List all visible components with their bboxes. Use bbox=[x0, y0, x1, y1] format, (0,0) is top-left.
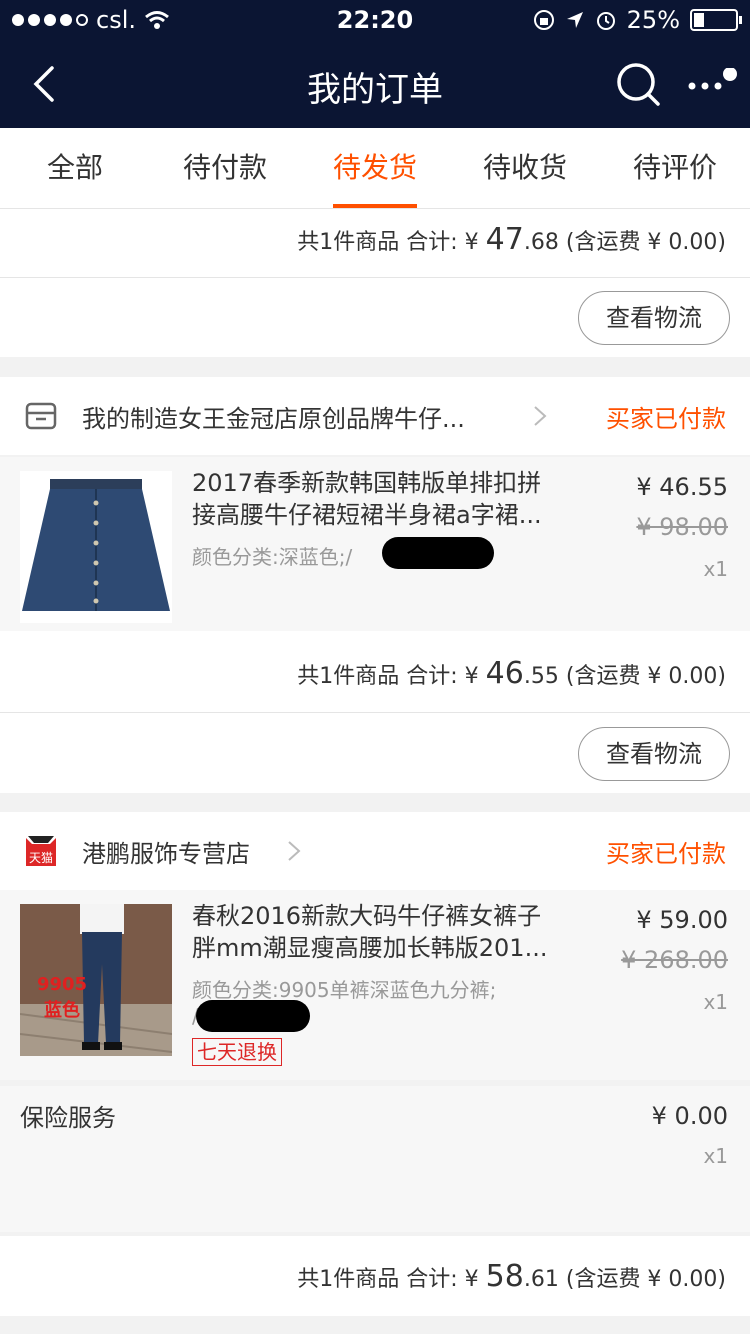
tab-pending-payment[interactable]: 待付款 bbox=[150, 128, 300, 208]
summary-count: 共1件商品 合计: bbox=[297, 1267, 458, 1292]
battery-level bbox=[694, 13, 704, 27]
tmall-icon: 天猫 bbox=[26, 836, 56, 866]
insurance-label: 保险服务 bbox=[20, 1104, 116, 1132]
summary-currency: ¥ bbox=[464, 230, 479, 255]
order-tabs: 全部 待付款 待发货 待收货 待评价 bbox=[0, 128, 750, 209]
order-summary: 共1件商品 合计: ¥ 58.61 (含运费 ¥ 0.00) bbox=[297, 1246, 750, 1311]
tmall-label: 天猫 bbox=[29, 851, 53, 865]
order-footer: 共1件商品 合计: ¥ 58.61 (含运费 ¥ 0.00) bbox=[0, 1236, 750, 1316]
search-icon[interactable] bbox=[614, 60, 662, 108]
product-image-label: 蓝色 bbox=[44, 999, 80, 1021]
tab-pending-receipt[interactable]: 待收货 bbox=[450, 128, 600, 208]
store-header[interactable]: 我的制造女王金冠店原创品牌牛仔... 买家已付款 bbox=[0, 377, 750, 455]
product-title-line: 胖mm潮显瘦高腰加长韩版201... bbox=[192, 934, 548, 962]
summary-currency: ¥ bbox=[464, 1267, 479, 1292]
order-status: 买家已付款 bbox=[606, 840, 726, 868]
store-name: 港鹏服饰专营店 bbox=[82, 840, 250, 868]
product-quantity: x1 bbox=[703, 557, 728, 581]
product-title: 春秋2016新款大码牛仔裤女裤子 胖mm潮显瘦高腰加长韩版201... bbox=[192, 900, 582, 964]
product-title-line: 2017春季新款韩国韩版单排扣拼 bbox=[192, 469, 542, 497]
more-icon[interactable] bbox=[688, 68, 738, 102]
product-image-label: 9905 bbox=[37, 974, 87, 995]
summary-total-dec: .55 bbox=[523, 664, 559, 689]
alarm-icon bbox=[596, 12, 615, 30]
view-logistics-button[interactable]: 查看物流 bbox=[578, 727, 730, 781]
location-icon bbox=[566, 12, 583, 28]
product-quantity: x1 bbox=[703, 990, 728, 1014]
summary-total-dec: .61 bbox=[523, 1267, 559, 1292]
shop-icon bbox=[25, 402, 57, 430]
store-name: 我的制造女王金冠店原创品牌牛仔... bbox=[82, 405, 465, 433]
order-status: 买家已付款 bbox=[606, 405, 726, 433]
summary-total-int: 58 bbox=[485, 1259, 524, 1294]
insurance-price: ¥ 0.00 bbox=[651, 1102, 728, 1130]
product-original-price: ¥ 98.00 bbox=[636, 513, 728, 541]
view-logistics-button[interactable]: 查看物流 bbox=[578, 291, 730, 345]
order-summary: 共1件商品 合计: ¥ 47.68 (含运费 ¥ 0.00) bbox=[297, 209, 750, 274]
summary-shipping: (含运费 ¥ 0.00) bbox=[565, 664, 726, 689]
battery-icon bbox=[690, 9, 742, 31]
store-header[interactable]: 天猫 港鹏服饰专营店 买家已付款 bbox=[0, 812, 750, 890]
status-bar: csl. 22:20 25% bbox=[0, 0, 750, 40]
chevron-right-icon bbox=[534, 406, 547, 426]
product-image: 9905 蓝色 bbox=[20, 904, 172, 1056]
insurance-item[interactable]: 保险服务 ¥ 0.00 x1 bbox=[0, 1086, 750, 1232]
summary-total-int: 47 bbox=[485, 222, 524, 257]
redaction-mark bbox=[382, 537, 494, 569]
product-spec: 颜色分类:深蓝色;/ bbox=[192, 545, 353, 569]
summary-currency: ¥ bbox=[464, 664, 479, 689]
divider bbox=[0, 277, 750, 278]
summary-count: 共1件商品 合计: bbox=[297, 664, 458, 689]
redaction-mark bbox=[196, 1000, 310, 1032]
order-item[interactable]: 9905 蓝色 春秋2016新款大码牛仔裤女裤子 胖mm潮显瘦高腰加长韩版201… bbox=[0, 890, 750, 1080]
tab-pending-shipment[interactable]: 待发货 bbox=[300, 128, 450, 208]
summary-total-dec: .68 bbox=[523, 230, 559, 255]
summary-count: 共1件商品 合计: bbox=[297, 230, 458, 255]
return-policy-badge: 七天退换 bbox=[192, 1038, 282, 1066]
product-title: 2017春季新款韩国韩版单排扣拼 接高腰牛仔裙短裙半身裙a字裙... bbox=[192, 467, 582, 531]
product-price: ¥ 59.00 bbox=[636, 906, 728, 934]
summary-shipping: (含运费 ¥ 0.00) bbox=[565, 1267, 726, 1292]
battery-percent: 25% bbox=[626, 6, 680, 34]
product-price: ¥ 46.55 bbox=[636, 473, 728, 501]
tab-pending-review[interactable]: 待评价 bbox=[600, 128, 750, 208]
divider bbox=[0, 712, 750, 713]
product-spec: 颜色分类:9905单裤深蓝色九分裤; bbox=[192, 978, 497, 1002]
product-image bbox=[20, 471, 172, 623]
insurance-quantity: x1 bbox=[703, 1144, 728, 1168]
chevron-right-icon bbox=[288, 841, 301, 861]
nav-bar: 我的订单 bbox=[0, 40, 750, 128]
product-title-line: 接高腰牛仔裙短裙半身裙a字裙... bbox=[192, 501, 542, 529]
order-card: 共1件商品 合计: ¥ 47.68 (含运费 ¥ 0.00) 查看物流 bbox=[0, 209, 750, 357]
product-original-price: ¥ 268.00 bbox=[621, 946, 728, 974]
status-indicators: 25% bbox=[533, 6, 742, 34]
order-item[interactable]: 2017春季新款韩国韩版单排扣拼 接高腰牛仔裙短裙半身裙a字裙... 颜色分类:… bbox=[0, 457, 750, 631]
order-summary: 共1件商品 合计: ¥ 46.55 (含运费 ¥ 0.00) bbox=[297, 643, 750, 708]
rotation-lock-icon bbox=[533, 10, 554, 30]
order-footer: 共1件商品 合计: ¥ 46.55 (含运费 ¥ 0.00) 查看物流 bbox=[0, 631, 750, 793]
product-title-line: 春秋2016新款大码牛仔裤女裤子 bbox=[192, 902, 542, 930]
tab-all[interactable]: 全部 bbox=[0, 128, 150, 208]
summary-total-int: 46 bbox=[485, 656, 524, 691]
summary-shipping: (含运费 ¥ 0.00) bbox=[565, 230, 726, 255]
